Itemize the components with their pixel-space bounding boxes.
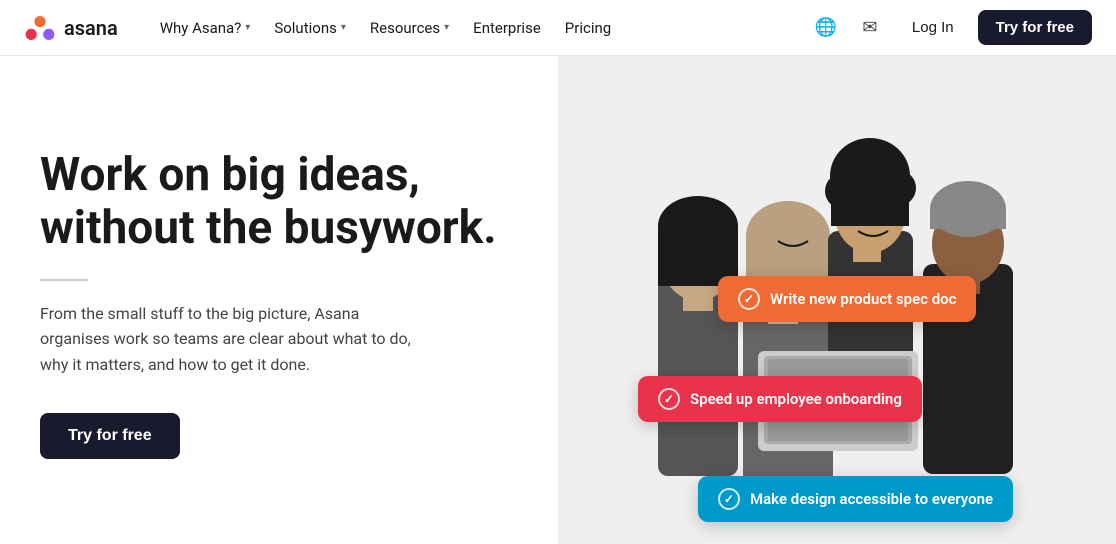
task-label-1: Write new product spec doc [770,290,956,308]
chevron-down-icon: ▾ [245,22,250,33]
left-panel: Work on big ideas, without the busywork.… [0,56,558,544]
chevron-down-icon: ▾ [444,22,449,33]
check-icon-3: ✓ [718,488,740,510]
mail-icon: ✉ [862,17,877,38]
logo[interactable]: asana [24,12,118,44]
main-content: Work on big ideas, without the busywork.… [0,56,1116,544]
logo-text: asana [64,16,118,40]
nav-solutions[interactable]: Solutions ▾ [264,13,356,43]
globe-button[interactable]: 🌐 [808,10,844,46]
nav-links: Why Asana? ▾ Solutions ▾ Resources ▾ Ent… [150,13,808,43]
mail-button[interactable]: ✉ [852,10,888,46]
task-badge-2: ✓ Speed up employee onboarding [638,376,922,422]
nav-enterprise[interactable]: Enterprise [463,13,551,43]
nav-resources[interactable]: Resources ▾ [360,13,459,43]
try-free-button-hero[interactable]: Try for free [40,413,180,459]
globe-icon: 🌐 [815,17,837,38]
task-badge-3: ✓ Make design accessible to everyone [698,476,1013,522]
task-label-2: Speed up employee onboarding [690,390,902,408]
check-icon-2: ✓ [658,388,680,410]
task-badge-1: ✓ Write new product spec doc [718,276,976,322]
hero-divider [40,279,88,281]
chevron-down-icon: ▾ [341,22,346,33]
right-panel: ✓ Write new product spec doc ✓ Speed up … [558,56,1116,544]
navbar: asana Why Asana? ▾ Solutions ▾ Resources… [0,0,1116,56]
nav-pricing[interactable]: Pricing [555,13,621,43]
hero-description: From the small stuff to the big picture,… [40,301,420,378]
nav-why-asana[interactable]: Why Asana? ▾ [150,13,261,43]
task-label-3: Make design accessible to everyone [750,490,993,508]
login-button[interactable]: Log In [896,11,970,44]
nav-right: 🌐 ✉ Log In Try for free [808,10,1092,46]
check-icon-1: ✓ [738,288,760,310]
try-free-button-nav[interactable]: Try for free [978,10,1092,45]
hero-title: Work on big ideas, without the busywork. [40,149,502,255]
